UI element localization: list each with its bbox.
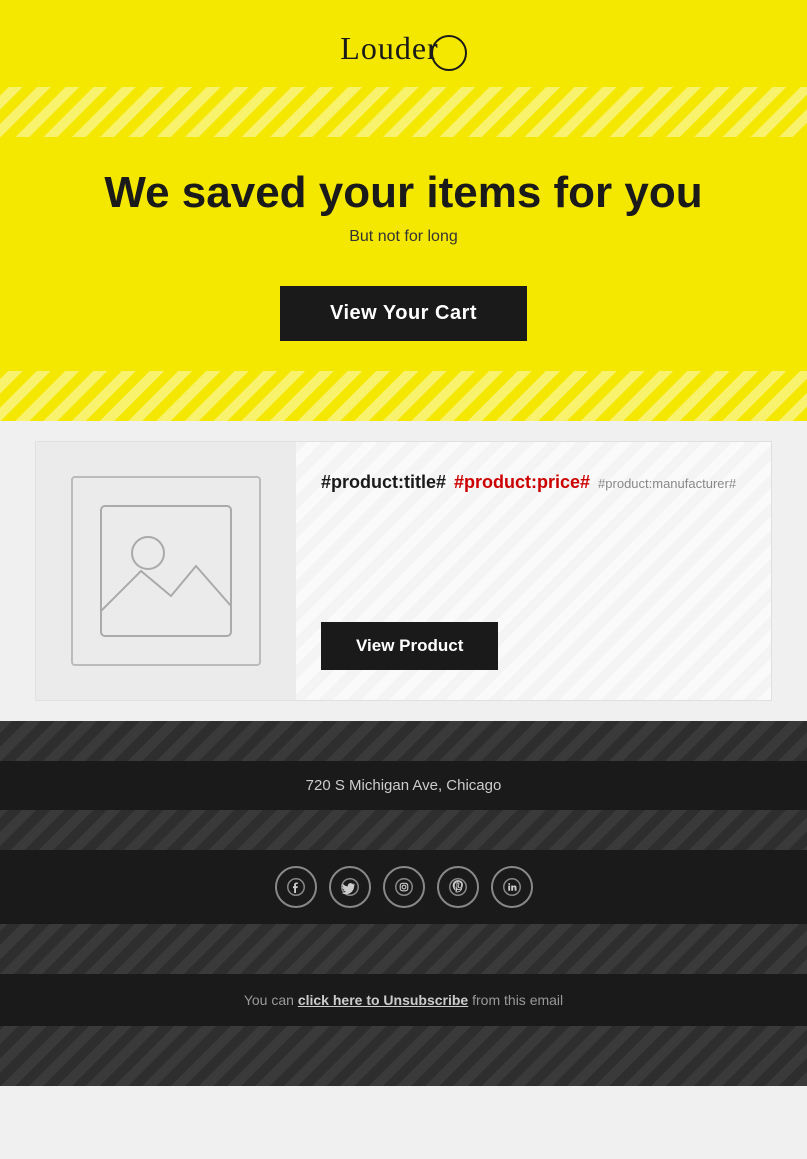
product-manufacturer: #product:manufacturer# [598,476,736,491]
footer-stripe-top [0,721,807,761]
placeholder-svg [96,501,236,641]
product-title: #product:title# [321,472,446,493]
footer-address-bar: 720 S Michigan Ave, Chicago [0,761,807,810]
twitter-icon[interactable] [329,866,371,908]
product-image-placeholder [71,476,261,666]
unsub-link[interactable]: click here to Unsubscribe [298,992,468,1008]
hero-stripe-bottom [0,371,807,421]
footer-stripe-mid1 [0,810,807,850]
product-card: #product:title# #product:price# #product… [35,441,772,701]
logo-bar: Louder [0,0,807,87]
footer-stripe-bottom [0,1026,807,1086]
unsub-text-after: from this email [472,992,563,1008]
product-price: #product:price# [454,472,590,493]
cta-area: View Your Cart [0,261,807,371]
footer-address: 720 S Michigan Ave, Chicago [306,777,502,794]
hero-section: Louder We saved your items for you But n… [0,0,807,421]
sub-headline: But not for long [40,228,767,246]
product-image-column [36,442,296,700]
view-cart-button[interactable]: View Your Cart [280,286,527,341]
unsub-text-before: You can [244,992,298,1008]
pinterest-icon[interactable] [437,866,479,908]
main-headline: We saved your items for you [40,167,767,220]
hero-stripe-top [0,87,807,137]
instagram-icon[interactable] [383,866,425,908]
linkedin-icon[interactable] [491,866,533,908]
footer-social-bar [0,850,807,924]
view-product-button[interactable]: View Product [321,622,498,670]
product-meta: #product:title# #product:price# #product… [321,472,746,493]
logo-text: Louder [340,30,438,67]
footer-stripe-mid2 [0,924,807,974]
logo-circle [431,35,467,71]
headline-area: We saved your items for you But not for … [0,137,807,261]
product-info-column: #product:title# #product:price# #product… [296,442,771,700]
footer-section: 720 S Michigan Ave, Chicago [0,721,807,1086]
facebook-icon[interactable] [275,866,317,908]
footer-unsub-bar: You can click here to Unsubscribe from t… [0,974,807,1026]
